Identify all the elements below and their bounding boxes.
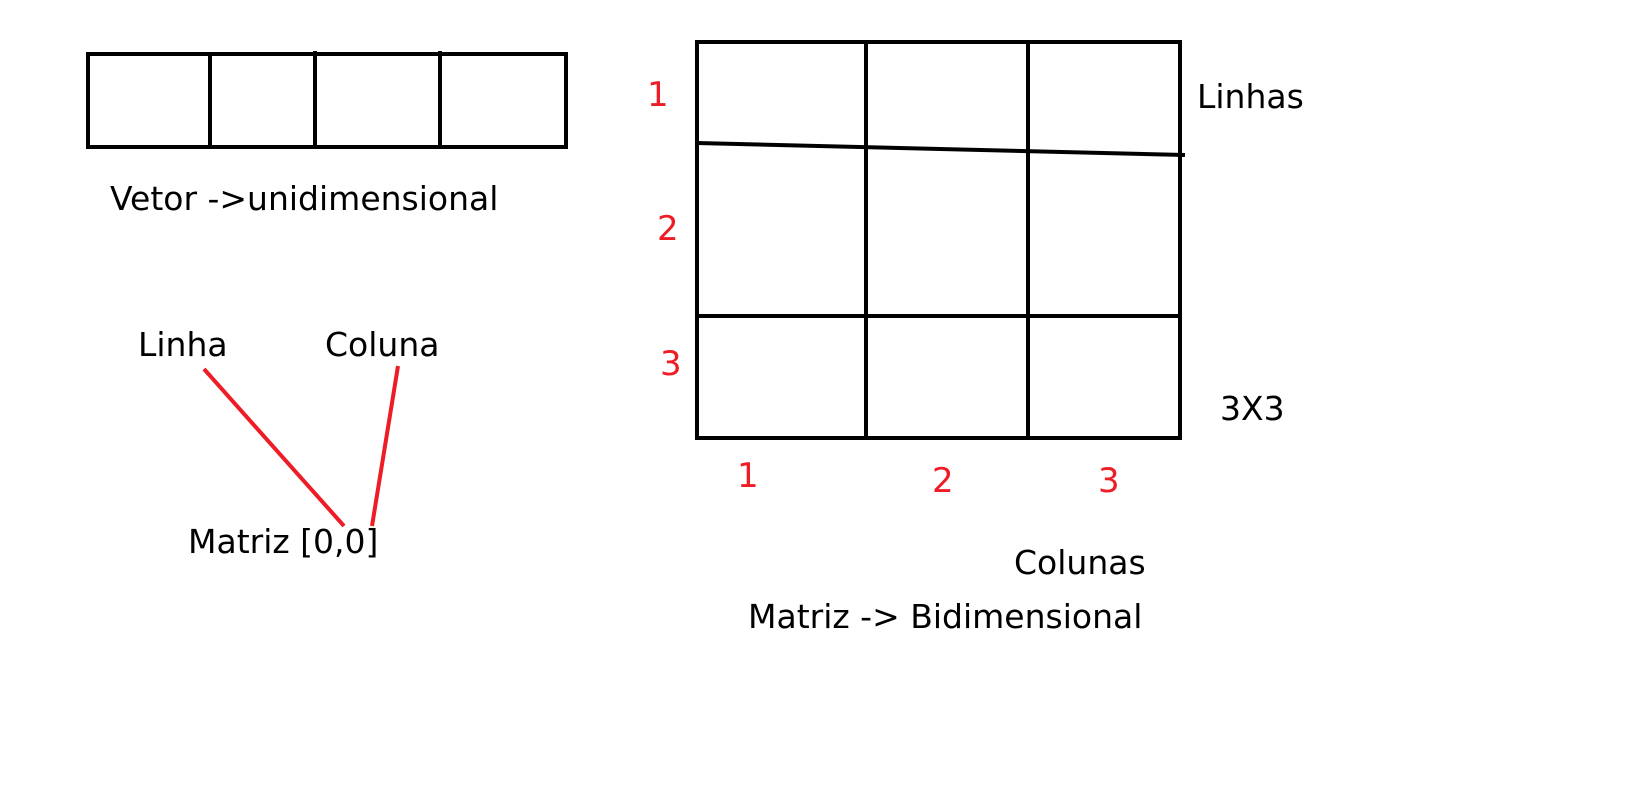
diagram-canvas: Vetor ->unidimensional Linha Coluna Matr…	[86, 40, 1304, 636]
matrix-row-divider	[696, 141, 1186, 157]
index-annotation: Linha Coluna Matriz [0,0]	[138, 325, 439, 561]
matrix-title: Matriz -> Bidimensional	[748, 597, 1142, 636]
vector-diagram: Vetor ->unidimensional	[86, 51, 568, 218]
vector-outline	[86, 52, 568, 149]
column-index-label: Coluna	[325, 325, 439, 364]
row-pointer-line	[202, 367, 346, 528]
column-pointer-line	[370, 365, 400, 527]
matrix-index-expression: Matriz [0,0]	[188, 522, 378, 561]
column-number: 3	[1098, 461, 1120, 501]
row-number: 2	[657, 209, 679, 249]
matrix-diagram: 1 2 3 1 2 3 Linhas 3X3 Colunas Matriz ->…	[647, 40, 1304, 636]
matrix-outline	[695, 40, 1182, 440]
matrix-size-label: 3X3	[1220, 389, 1285, 428]
vector-label: Vetor ->unidimensional	[110, 179, 498, 218]
columns-label: Colunas	[1014, 543, 1146, 582]
row-number: 1	[647, 75, 669, 115]
row-number: 3	[660, 344, 682, 384]
column-number: 1	[737, 456, 759, 496]
rows-label: Linhas	[1197, 77, 1304, 116]
column-number: 2	[932, 461, 954, 501]
row-index-label: Linha	[138, 325, 228, 364]
